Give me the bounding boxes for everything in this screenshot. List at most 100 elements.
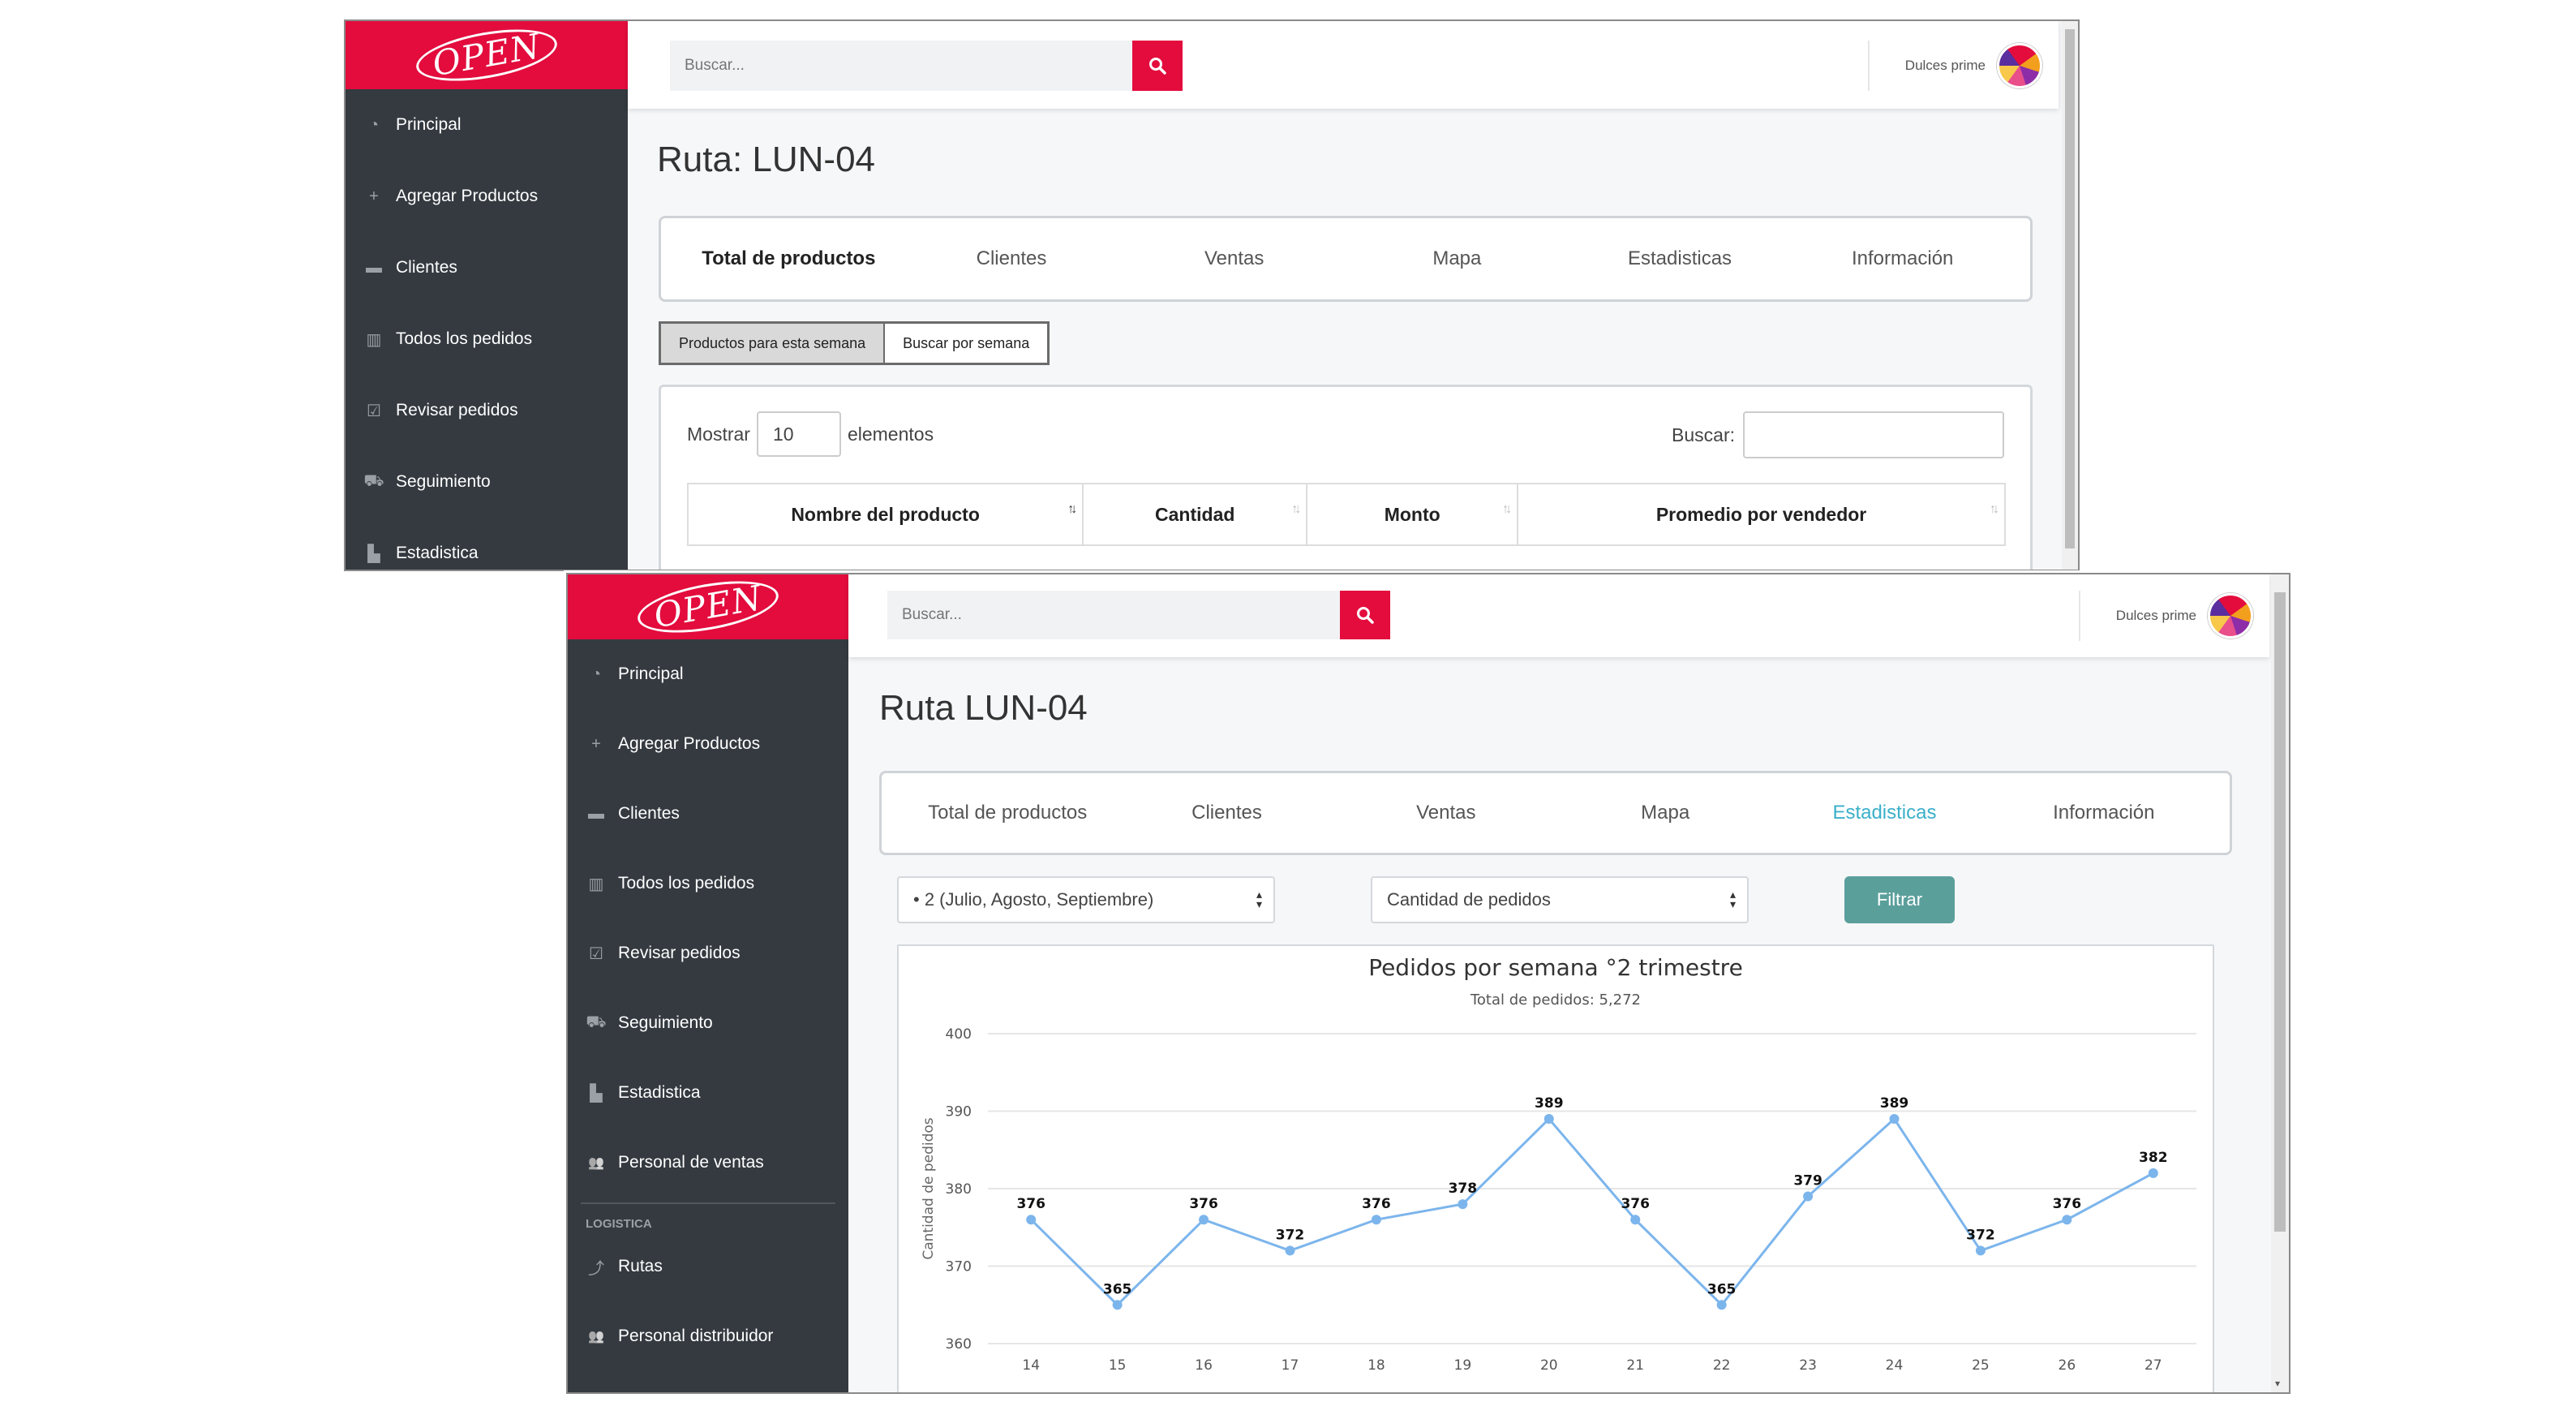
sidebar-item-revisar-pedidos[interactable]: ☑ Revisar pedidos [346,375,628,446]
sidebar-item-label: Todos los pedidos [396,329,533,348]
sidebar-item-label: Seguimiento [618,1013,713,1032]
page-title: Ruta: LUN-04 [657,140,876,179]
data-label: 376 [1189,1196,1218,1212]
sidebar-item-label: Agregar Productos [396,187,539,205]
sidebar-item-label: Principal [396,115,462,134]
tab-mapa[interactable]: Mapa [1346,247,1569,270]
data-label: 382 [2139,1150,2168,1166]
sidebar-item-principal[interactable]: ◔ Principal [346,89,628,161]
tab-informacion[interactable]: Información [1791,247,2014,270]
x-tick-label: 25 [1972,1357,1990,1374]
tab-estadisticas[interactable]: Estadisticas [1775,802,1994,824]
data-label: 389 [1535,1095,1564,1112]
table-search-input[interactable] [1743,411,2004,458]
sidebar-item-personal-distribuidor[interactable]: 👥 Personal distribuidor [568,1301,848,1371]
tabs-bar: Total de productos Clientes Ventas Mapa Esta… [659,216,2033,302]
sort-icon[interactable]: ↑↓ [1990,502,1999,517]
column-header[interactable]: Monto ↑↓ [1306,483,1519,546]
tab-total-de-productos[interactable]: Total de productos [677,247,900,270]
tab-estadisticas[interactable]: Estadisticas [1569,247,1792,270]
y-tick-label: 390 [946,1104,972,1120]
x-tick-label: 21 [1626,1357,1644,1374]
metric-select[interactable]: Cantidad de pedidos ▴ ▾ [1371,876,1749,923]
sidebar-item-todos-los-pedidos[interactable]: ▥ Todos los pedidos [346,303,628,375]
sidebar-item-label: Rutas [618,1257,663,1275]
sidebar-item-principal[interactable]: ◔ Principal [568,639,848,709]
segment-search-week[interactable]: Buscar por semana [883,324,1048,363]
search-button[interactable] [1340,591,1390,639]
segment-this-week[interactable]: Productos para esta semana [661,324,884,363]
dashboard-icon: ◔ [368,115,380,134]
x-tick-label: 26 [2059,1357,2076,1374]
scrollbar-thumb[interactable] [2065,29,2075,548]
user-menu[interactable]: Dulces prime [2078,591,2253,641]
data-label: 372 [1966,1227,1995,1243]
search-input[interactable] [670,41,1132,91]
chart-title: Pedidos por semana °2 trimestre [1368,954,1743,981]
search-button[interactable] [1132,41,1183,91]
tab-total-de-productos[interactable]: Total de productos [898,802,1117,824]
avatar [1997,43,2042,88]
sidebar-item-agregar-productos[interactable]: + Agregar Productos [568,709,848,779]
filter-button[interactable]: Filtrar [1844,876,1955,923]
quarter-select[interactable]: • 2 (Julio, Agosto, Septiembre) ▴ ▾ [897,876,1275,923]
search-input[interactable] [887,591,1340,639]
sidebar-item-estadistica[interactable]: ▙ Estadistica [346,518,628,570]
sort-icon[interactable]: ↑↓ [1291,502,1301,517]
data-point [1199,1215,1209,1225]
data-point [1112,1300,1123,1310]
scrollbar[interactable]: ▾ [2271,574,2289,1392]
sidebar: OPEN ◔ Principal + Agregar Productos ▬ Client… [568,574,848,1392]
sidebar-section-logistica: LOGISTICA [581,1202,835,1232]
plus-icon: + [591,734,601,753]
sidebar-item-seguimiento[interactable]: ⛟ Seguimiento [346,446,628,518]
user-name: Dulces prime [2115,608,2196,623]
sidebar-item-todos-los-pedidos[interactable]: ▥ Todos los pedidos [568,849,848,918]
x-tick-label: 22 [1713,1357,1731,1374]
page-title: Ruta LUN-04 [879,688,1088,728]
sidebar-item-clientes[interactable]: ▬ Clientes [568,779,848,849]
user-menu[interactable]: Dulces prime [1867,41,2042,91]
sidebar-item-estadistica[interactable]: ▙ Estadistica [568,1058,848,1128]
table-row[interactable]: Barras de chocolate surtido x10 (150gr)2… [688,545,2005,570]
data-point [1630,1215,1641,1225]
x-tick-label: 17 [1282,1357,1299,1374]
sidebar-item-clientes[interactable]: ▬ Clientes [346,232,628,303]
data-point [1716,1300,1727,1310]
tab-ventas[interactable]: Ventas [1123,247,1346,270]
tab-informacion[interactable]: Información [1994,802,2213,824]
scroll-down-arrow-icon[interactable]: ▾ [2275,1378,2280,1389]
logo-bar[interactable]: OPEN [568,574,848,642]
tab-mapa[interactable]: Mapa [1556,802,1775,824]
tab-ventas[interactable]: Ventas [1337,802,1556,824]
scrollbar[interactable] [2062,21,2078,570]
tab-clientes[interactable]: Clientes [900,247,1123,270]
sidebar-item-label: Revisar pedidos [618,944,741,962]
sidebar-item-personal-de-ventas[interactable]: 👥 Personal de ventas [568,1128,848,1198]
table-search-label: Buscar: [1672,424,1735,445]
column-header[interactable]: Nombre del producto ↑↓ [686,483,1084,546]
scrollbar-thumb[interactable] [2274,592,2286,1232]
sidebar-item-revisar-pedidos[interactable]: ☑ Revisar pedidos [568,918,848,988]
data-label: 379 [1793,1173,1823,1189]
logo-bar[interactable]: OPEN [346,21,628,90]
sidebar-item-label: Estadistica [396,544,479,562]
x-tick-label: 15 [1109,1357,1127,1374]
page-length-select[interactable]: 10 [756,411,841,457]
sort-icon[interactable]: ↑↓ [1502,502,1512,517]
search-icon [1357,607,1374,624]
data-label: 376 [1016,1196,1045,1212]
sidebar-item-seguimiento[interactable]: ⛟ Seguimiento [568,988,848,1058]
select-caret-icon: ▴ ▾ [1256,888,1262,910]
column-header[interactable]: Cantidad ↑↓ [1082,483,1308,546]
column-header[interactable]: Promedio por vendedor ↑↓ [1517,483,2006,546]
truck-icon: ⛟ [586,1013,607,1031]
data-label: 365 [1103,1281,1132,1297]
x-tick-label: 18 [1367,1357,1385,1374]
tab-clientes[interactable]: Clientes [1117,802,1336,824]
sidebar-item-agregar-productos[interactable]: + Agregar Productos [346,161,628,232]
x-tick-label: 24 [1886,1357,1904,1374]
sidebar-item-label: Revisar pedidos [396,401,518,419]
sidebar-item-rutas[interactable]: ⤴ Rutas [568,1232,848,1301]
sort-icon[interactable]: ↑↓ [1067,502,1077,517]
